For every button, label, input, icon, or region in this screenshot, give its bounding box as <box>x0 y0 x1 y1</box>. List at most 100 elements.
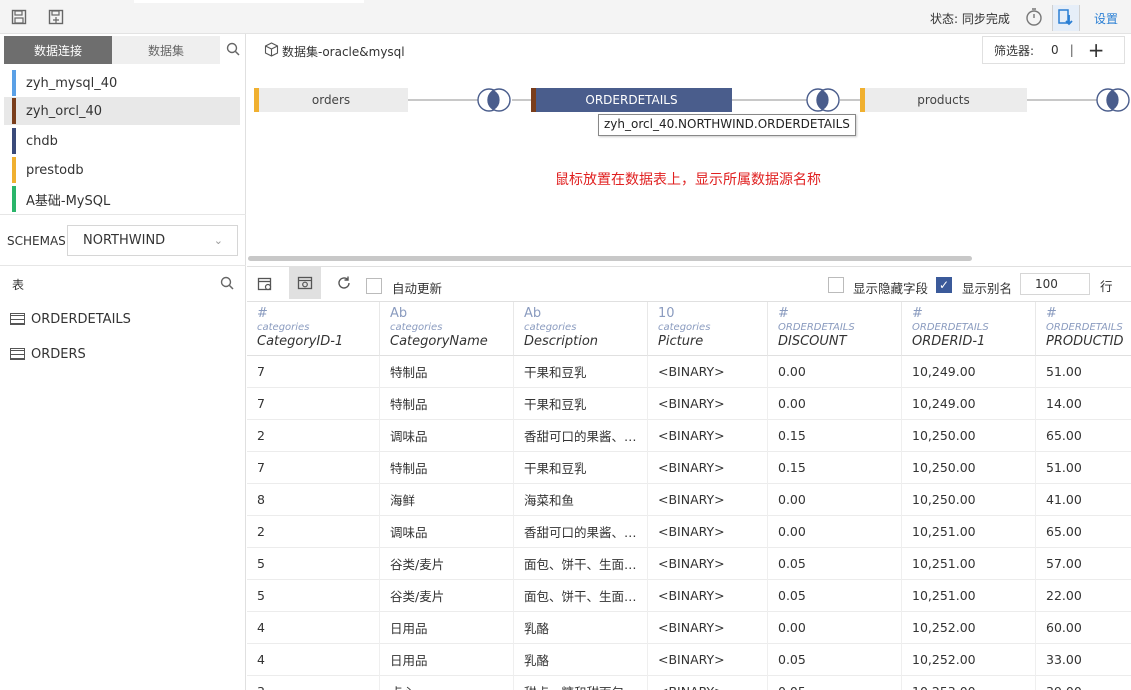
table-cell[interactable]: 特制品 <box>380 356 514 388</box>
table-cell[interactable]: 0.15 <box>768 420 902 452</box>
table-cell[interactable]: 日用品 <box>380 612 514 644</box>
table-cell[interactable]: <BINARY> <box>648 548 768 580</box>
settings-link[interactable]: 设置 <box>1094 10 1118 27</box>
table-cell[interactable]: <BINARY> <box>648 452 768 484</box>
table-item[interactable]: ORDERDETAILS <box>10 308 131 330</box>
table-cell[interactable]: 干果和豆乳 <box>514 356 648 388</box>
table-cell[interactable]: 7 <box>247 356 380 388</box>
table-cell[interactable]: <BINARY> <box>648 644 768 676</box>
table-cell[interactable]: 10,251.00 <box>902 516 1036 548</box>
table-cell[interactable]: 0.00 <box>768 388 902 420</box>
table-cell[interactable]: <BINARY> <box>648 484 768 516</box>
table-cell[interactable]: 22.00 <box>1036 580 1131 612</box>
refresh-icon[interactable] <box>336 275 352 295</box>
show-alias-checkbox[interactable]: ✓ <box>936 277 952 293</box>
table-cell[interactable]: 41.00 <box>1036 484 1131 516</box>
table-cell[interactable]: 10,249.00 <box>902 388 1036 420</box>
table-cell[interactable]: 0.05 <box>768 644 902 676</box>
inner-join-icon[interactable] <box>803 88 843 112</box>
table-cell[interactable]: <BINARY> <box>648 612 768 644</box>
table-cell[interactable]: 57.00 <box>1036 548 1131 580</box>
table-cell[interactable]: 0.00 <box>768 516 902 548</box>
table-cell[interactable]: 33.00 <box>1036 644 1131 676</box>
table-cell[interactable]: 5 <box>247 548 380 580</box>
tab-data-connections[interactable]: 数据连接 <box>4 36 112 64</box>
table-cell[interactable]: 0.00 <box>768 356 902 388</box>
table-cell[interactable]: <BINARY> <box>648 676 768 690</box>
table-node-orderdetails[interactable]: ORDERDETAILS <box>531 88 732 112</box>
table-cell[interactable]: 干果和豆乳 <box>514 388 648 420</box>
table-cell[interactable]: 调味品 <box>380 420 514 452</box>
table-cell[interactable]: 面包、饼干、生面… <box>514 548 648 580</box>
table-cell[interactable]: 60.00 <box>1036 612 1131 644</box>
table-cell[interactable]: 10,251.00 <box>902 548 1036 580</box>
table-cell[interactable]: 10,250.00 <box>902 420 1036 452</box>
table-cell[interactable]: <BINARY> <box>648 420 768 452</box>
table-cell[interactable]: 0.05 <box>768 580 902 612</box>
table-cell[interactable]: 8 <box>247 484 380 516</box>
table-cell[interactable]: <BINARY> <box>648 356 768 388</box>
horizontal-scrollbar[interactable] <box>248 256 972 261</box>
table-cell[interactable]: 10,253.00 <box>902 676 1036 690</box>
table-cell[interactable]: 14.00 <box>1036 388 1131 420</box>
table-cell[interactable]: 0.05 <box>768 548 902 580</box>
table-cell[interactable]: 10,252.00 <box>902 644 1036 676</box>
field-settings-icon[interactable] <box>257 276 273 296</box>
table-cell[interactable]: 10,251.00 <box>902 580 1036 612</box>
preview-button[interactable] <box>289 267 321 299</box>
table-cell[interactable]: <BINARY> <box>648 516 768 548</box>
table-cell[interactable]: 特制品 <box>380 388 514 420</box>
auto-update-checkbox[interactable] <box>366 278 382 294</box>
save-as-icon[interactable] <box>45 6 67 28</box>
table-cell[interactable]: 10,250.00 <box>902 484 1036 516</box>
table-cell[interactable]: 4 <box>247 612 380 644</box>
table-cell[interactable]: 谷类/麦片 <box>380 580 514 612</box>
table-cell[interactable]: 乳酪 <box>514 612 648 644</box>
column-header[interactable]: # categories CategoryID-1 <box>247 302 380 356</box>
table-cell[interactable]: 特制品 <box>380 452 514 484</box>
connection-item[interactable]: zyh_mysql_40 <box>4 69 240 97</box>
table-cell[interactable]: 51.00 <box>1036 452 1131 484</box>
table-cell[interactable]: 点心 <box>380 676 514 690</box>
connection-item[interactable]: chdb <box>4 127 240 155</box>
table-cell[interactable]: 海鲜 <box>380 484 514 516</box>
schema-select[interactable]: NORTHWIND ⌄ <box>67 225 238 256</box>
table-cell[interactable]: <BINARY> <box>648 580 768 612</box>
connection-item[interactable]: A基础-MySQL <box>4 185 240 213</box>
column-header[interactable]: # ORDERDETAILS PRODUCTID <box>1036 302 1131 356</box>
table-cell[interactable]: 39.00 <box>1036 676 1131 690</box>
column-header[interactable]: # ORDERDETAILS ORDERID-1 <box>902 302 1036 356</box>
table-cell[interactable]: 干果和豆乳 <box>514 452 648 484</box>
table-cell[interactable]: 谷类/麦片 <box>380 548 514 580</box>
table-cell[interactable]: 面包、饼干、生面… <box>514 580 648 612</box>
row-limit-input[interactable]: 100 <box>1020 273 1090 295</box>
inner-join-icon[interactable] <box>1093 88 1131 112</box>
save-icon[interactable] <box>8 6 30 28</box>
table-cell[interactable]: 香甜可口的果酱、… <box>514 516 648 548</box>
table-node-products[interactable]: products <box>860 88 1027 112</box>
column-header[interactable]: Ab categories Description <box>514 302 648 356</box>
connection-item[interactable]: prestodb <box>4 156 240 184</box>
table-cell[interactable]: 0.05 <box>768 676 902 690</box>
show-hidden-fields-checkbox[interactable] <box>828 277 844 293</box>
tab-datasets[interactable]: 数据集 <box>112 36 220 64</box>
table-cell[interactable]: 4 <box>247 644 380 676</box>
table-node-orders[interactable]: orders <box>254 88 408 112</box>
table-cell[interactable]: 海菜和鱼 <box>514 484 648 516</box>
table-cell[interactable]: 7 <box>247 388 380 420</box>
table-cell[interactable]: 10,249.00 <box>902 356 1036 388</box>
download-icon[interactable] <box>1052 5 1080 31</box>
search-icon[interactable] <box>226 42 240 60</box>
table-cell[interactable]: 0.00 <box>768 612 902 644</box>
table-cell[interactable]: 2 <box>247 420 380 452</box>
timer-icon[interactable] <box>1024 7 1044 31</box>
connection-item-selected[interactable]: zyh_orcl_40 <box>4 97 240 125</box>
table-cell[interactable]: 0.00 <box>768 484 902 516</box>
table-cell[interactable]: 65.00 <box>1036 516 1131 548</box>
inner-join-icon[interactable] <box>474 88 514 112</box>
table-cell[interactable]: 香甜可口的果酱、… <box>514 420 648 452</box>
table-cell[interactable]: 51.00 <box>1036 356 1131 388</box>
table-cell[interactable]: <BINARY> <box>648 388 768 420</box>
table-cell[interactable]: 日用品 <box>380 644 514 676</box>
table-cell[interactable]: 甜点、糖和甜面包 <box>514 676 648 690</box>
